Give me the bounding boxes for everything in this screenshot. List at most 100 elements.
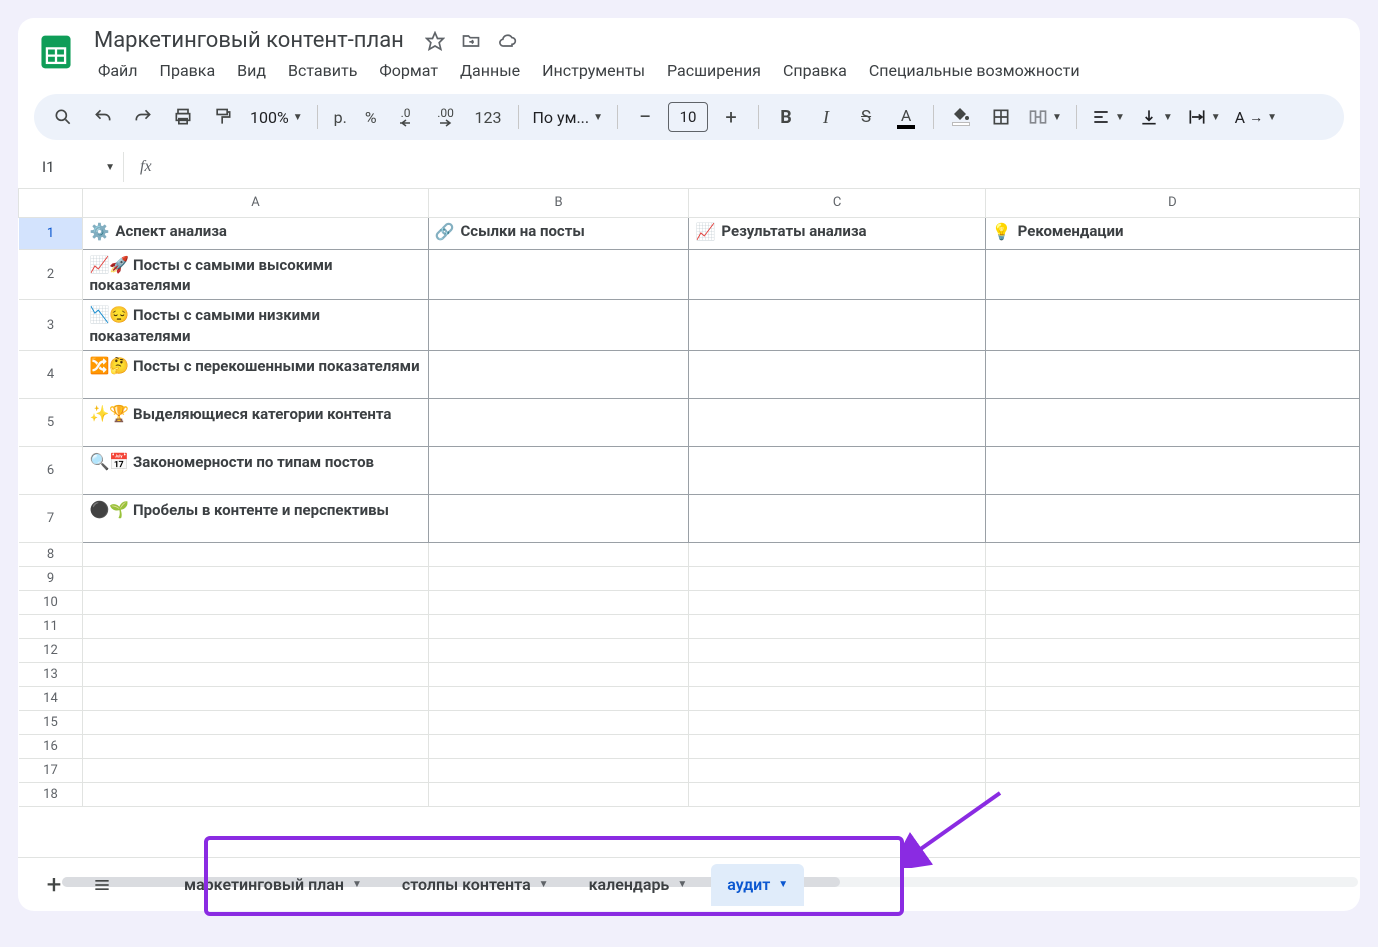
cell-B4[interactable] (428, 351, 689, 399)
row-header[interactable]: 9 (19, 567, 83, 591)
cell-D2[interactable] (985, 249, 1359, 300)
cell-A2[interactable]: 📈🚀 Посты с самыми высокими показателями (83, 249, 428, 300)
search-icon[interactable] (46, 100, 80, 134)
zoom-dropdown[interactable]: 100%▼ (246, 108, 307, 127)
text-color-icon[interactable]: A (889, 100, 923, 134)
cell-D5[interactable] (985, 399, 1359, 447)
cell[interactable] (83, 783, 428, 807)
cell-A7[interactable]: ⚫🌱 Пробелы в контенте и перспективы (83, 495, 428, 543)
sheet-tab-audit[interactable]: аудит▼ (711, 864, 804, 906)
italic-icon[interactable]: I (809, 100, 843, 134)
cell[interactable] (985, 711, 1359, 735)
cell-D1[interactable]: 💡Рекомендации (985, 217, 1359, 249)
row-header[interactable]: 5 (19, 399, 83, 447)
cell[interactable] (985, 783, 1359, 807)
cell[interactable] (83, 615, 428, 639)
cell[interactable] (985, 639, 1359, 663)
increase-font-icon[interactable]: + (714, 100, 748, 134)
row-header[interactable]: 3 (19, 300, 83, 351)
cell[interactable] (985, 735, 1359, 759)
cell[interactable] (428, 567, 689, 591)
cell[interactable] (428, 735, 689, 759)
text-wrap-dropdown[interactable]: ▼ (1183, 107, 1225, 127)
menu-format[interactable]: Формат (369, 57, 448, 84)
borders-icon[interactable] (984, 100, 1018, 134)
cell-C6[interactable] (689, 447, 985, 495)
sheets-logo[interactable] (34, 30, 78, 74)
cell-A6[interactable]: 🔍📅 Закономерности по типам постов (83, 447, 428, 495)
menu-file[interactable]: Файл (88, 57, 148, 84)
menu-extensions[interactable]: Расширения (657, 57, 771, 84)
menu-accessibility[interactable]: Специальные возможности (859, 57, 1090, 84)
menu-tools[interactable]: Инструменты (532, 57, 655, 84)
row-header[interactable]: 16 (19, 735, 83, 759)
sheet-tab-calendar[interactable]: календарь▼ (573, 864, 704, 906)
col-header-D[interactable]: D (985, 189, 1359, 217)
col-header-A[interactable]: A (83, 189, 428, 217)
undo-icon[interactable] (86, 100, 120, 134)
cell-A4[interactable]: 🔀🤔 Посты с перекошенными показателями (83, 351, 428, 399)
cell[interactable] (83, 759, 428, 783)
strikethrough-icon[interactable]: S (849, 100, 883, 134)
sheet-tab-content-pillars[interactable]: столпы контента▼ (386, 864, 565, 906)
cell[interactable] (428, 687, 689, 711)
name-box[interactable]: I1▼ (34, 152, 124, 182)
cell[interactable] (689, 543, 985, 567)
cell[interactable] (985, 615, 1359, 639)
cell[interactable] (985, 663, 1359, 687)
cell[interactable] (689, 735, 985, 759)
cell-C1[interactable]: 📈Результаты анализа (689, 217, 985, 249)
merge-cells-dropdown[interactable]: ▼ (1024, 107, 1066, 127)
more-formats-button[interactable]: 123 (469, 108, 508, 127)
cell-C2[interactable] (689, 249, 985, 300)
document-title[interactable]: Маркетинговый контент-план (88, 26, 410, 55)
row-header[interactable]: 15 (19, 711, 83, 735)
cell[interactable] (83, 687, 428, 711)
percent-button[interactable]: % (359, 108, 383, 127)
row-header[interactable]: 12 (19, 639, 83, 663)
paint-format-icon[interactable] (206, 100, 240, 134)
print-icon[interactable] (166, 100, 200, 134)
cell-B1[interactable]: 🔗Ссылки на посты (428, 217, 689, 249)
row-header[interactable]: 18 (19, 783, 83, 807)
sheet-tab-marketing-plan[interactable]: маркетинговый план▼ (168, 864, 378, 906)
decrease-decimal-icon[interactable]: .0 (389, 100, 423, 134)
text-rotation-dropdown[interactable]: A→▼ (1231, 108, 1281, 127)
menu-help[interactable]: Справка (773, 57, 857, 84)
row-header[interactable]: 17 (19, 759, 83, 783)
cell-A5[interactable]: ✨🏆 Выделяющиеся категории контента (83, 399, 428, 447)
cell-A1[interactable]: ⚙️Аспект анализа (83, 217, 428, 249)
cell[interactable] (428, 591, 689, 615)
cell[interactable] (428, 759, 689, 783)
cell-D7[interactable] (985, 495, 1359, 543)
cell[interactable] (428, 543, 689, 567)
decrease-font-icon[interactable]: − (628, 100, 662, 134)
row-header[interactable]: 13 (19, 663, 83, 687)
cell-B6[interactable] (428, 447, 689, 495)
font-dropdown[interactable]: По ум...▼ (529, 108, 608, 127)
add-sheet-button[interactable]: + (34, 865, 74, 905)
cell-B2[interactable] (428, 249, 689, 300)
cell[interactable] (428, 639, 689, 663)
star-icon[interactable] (424, 30, 446, 52)
cell[interactable] (83, 567, 428, 591)
bold-icon[interactable]: B (769, 100, 803, 134)
cell-C4[interactable] (689, 351, 985, 399)
cell-D6[interactable] (985, 447, 1359, 495)
cell-C7[interactable] (689, 495, 985, 543)
cell-B3[interactable] (428, 300, 689, 351)
row-header[interactable]: 6 (19, 447, 83, 495)
cell-B7[interactable] (428, 495, 689, 543)
cell[interactable] (428, 663, 689, 687)
cell[interactable] (428, 711, 689, 735)
menu-data[interactable]: Данные (450, 57, 530, 84)
cell-D4[interactable] (985, 351, 1359, 399)
cell[interactable] (985, 591, 1359, 615)
spreadsheet-grid[interactable]: A B C D 1 ⚙️Аспект анализа 🔗Ссылки на по… (18, 189, 1360, 857)
h-align-dropdown[interactable]: ▼ (1087, 107, 1129, 127)
cell[interactable] (689, 591, 985, 615)
menu-edit[interactable]: Правка (150, 57, 226, 84)
row-header[interactable]: 1 (19, 217, 83, 249)
cell[interactable] (83, 663, 428, 687)
select-all-corner[interactable] (19, 189, 83, 217)
